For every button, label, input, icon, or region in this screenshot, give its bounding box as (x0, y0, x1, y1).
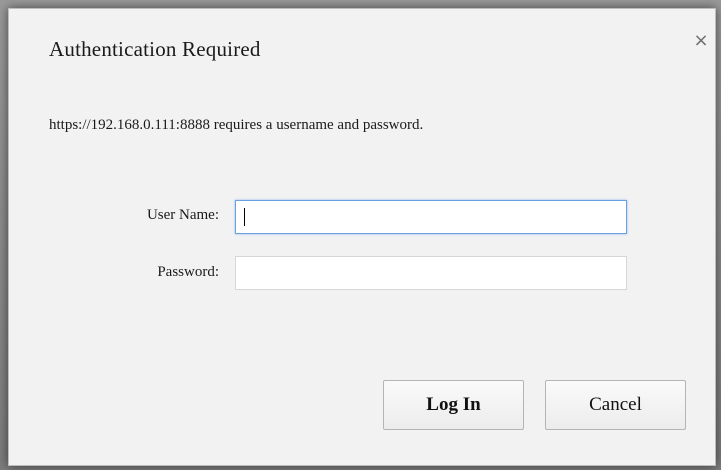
username-label: User Name: (146, 207, 219, 223)
username-input[interactable] (235, 200, 627, 234)
close-icon[interactable]: × (691, 31, 711, 51)
password-input[interactable] (235, 256, 627, 290)
auth-dialog: Authentication Required × https://192.16… (8, 8, 716, 466)
auth-message: https://192.168.0.111:8888 requires a us… (49, 117, 424, 133)
cancel-button[interactable]: Cancel (545, 380, 686, 430)
text-cursor (244, 208, 245, 226)
login-button[interactable]: Log In (383, 380, 524, 430)
dialog-title: Authentication Required (49, 37, 261, 61)
password-label: Password: (157, 264, 219, 280)
